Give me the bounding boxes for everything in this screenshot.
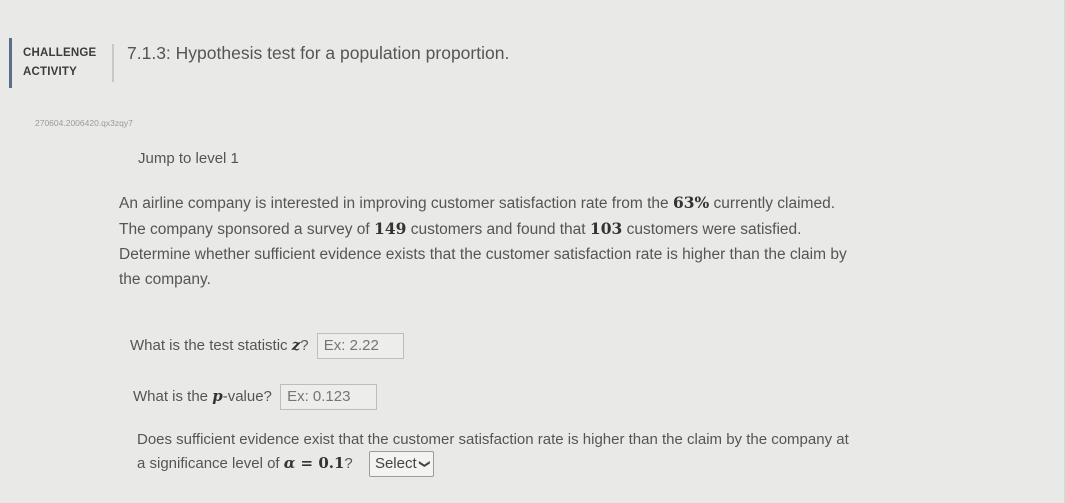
evidence-question: Does sufficient evidence exist that the … — [137, 428, 849, 477]
question-line-3: Determine whether sufficient evidence ex… — [119, 246, 847, 263]
alpha-symbol: α — [283, 453, 296, 472]
question-line-1: An airline company is interested in impr… — [119, 190, 1019, 216]
test-statistic-label-end: ? — [300, 336, 309, 354]
question-text-part: currently claimed. — [709, 195, 836, 212]
challenge-label-line1: CHALLENGE — [23, 47, 97, 59]
question-text: An airline company is interested in impr… — [119, 190, 1019, 292]
evidence-text-part: a significance level of — [137, 454, 284, 472]
activity-title: 7.1.3: Hypothesis test for a population … — [127, 43, 510, 63]
question-text-part: The company sponsored a survey of — [119, 221, 375, 238]
activity-id: 270604.2006420.qx3zqy7 — [35, 118, 133, 128]
claimed-rate: 63% — [672, 193, 710, 212]
satisfied-count: 103 — [589, 219, 623, 238]
alpha-value: 0.1 — [318, 453, 345, 472]
question-line-2: The company sponsored a survey of 149 cu… — [119, 216, 1019, 242]
p-value-row: What is the p-value? — [133, 384, 378, 410]
p-value-input[interactable] — [280, 384, 378, 410]
evidence-text-part: ? — [344, 454, 353, 472]
question-text-part: An airline company is interested in impr… — [119, 195, 673, 212]
equals-sign: = — [295, 453, 319, 472]
question-text-part: customers were satisfied. — [622, 221, 802, 238]
evidence-select[interactable]: Select ❯ — [368, 451, 434, 477]
sample-size: 149 — [374, 219, 407, 238]
p-value-label: What is the — [133, 387, 213, 405]
p-value-label-end: -value? — [222, 387, 272, 405]
challenge-label-line2: ACTIVITY — [23, 66, 77, 78]
evidence-question-line2: a significance level of α = 0.1? Select ❯ — [137, 451, 849, 477]
challenge-activity-label: CHALLENGE ACTIVITY — [23, 44, 96, 82]
test-statistic-label: What is the test statistic — [130, 336, 292, 354]
evidence-question-line1: Does sufficient evidence exist that the … — [137, 431, 849, 448]
question-text-part: customers and found that — [406, 221, 590, 238]
jump-to-level-link[interactable]: Jump to level 1 — [138, 150, 239, 167]
test-statistic-row: What is the test statistic z? — [130, 333, 404, 359]
question-line-4: the company. — [119, 271, 211, 288]
test-statistic-input[interactable] — [316, 333, 404, 359]
chevron-down-icon: ❯ — [418, 459, 431, 469]
z-symbol: z — [291, 335, 301, 354]
select-label: Select — [374, 455, 417, 472]
header-divider — [112, 44, 114, 82]
p-symbol: p — [212, 386, 223, 405]
activity-accent-bar — [9, 38, 12, 88]
